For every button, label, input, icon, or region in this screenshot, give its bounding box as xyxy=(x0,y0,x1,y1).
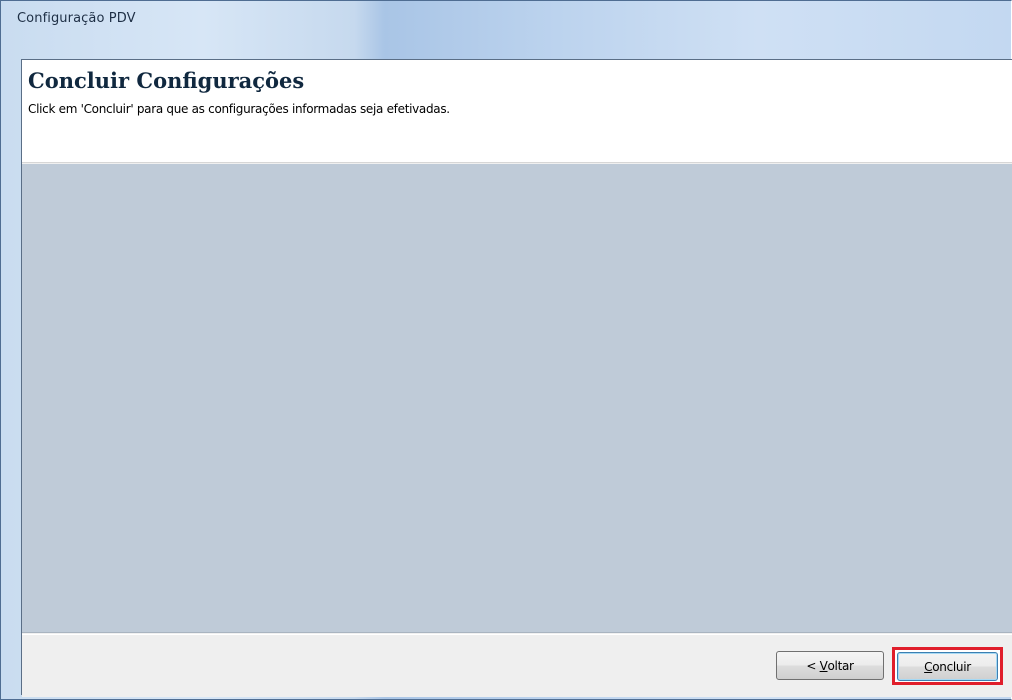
back-button-label: oltar xyxy=(827,658,854,673)
wizard-window: Configuração PDV Concluir Configurações … xyxy=(0,0,1012,700)
back-button-mnemonic: V xyxy=(819,658,828,673)
wizard-header: Concluir Configurações Click em 'Conclui… xyxy=(22,60,1012,163)
finish-button[interactable]: Concluir xyxy=(897,652,998,681)
title-bar[interactable]: Configuração PDV xyxy=(1,1,1012,37)
back-button-prefix: < xyxy=(806,658,820,673)
finish-button-mnemonic: C xyxy=(924,659,933,674)
wizard-client-area: Concluir Configurações Click em 'Conclui… xyxy=(21,59,1012,697)
finish-button-label: oncluir xyxy=(932,659,971,674)
page-title: Concluir Configurações xyxy=(28,68,305,93)
page-subtitle: Click em 'Concluir' para que as configur… xyxy=(28,102,450,116)
wizard-content-panel xyxy=(22,164,1012,633)
window-title: Configuração PDV xyxy=(17,11,136,26)
back-button[interactable]: < Voltar xyxy=(776,651,884,680)
wizard-footer: < Voltar Concluir xyxy=(22,634,1012,697)
